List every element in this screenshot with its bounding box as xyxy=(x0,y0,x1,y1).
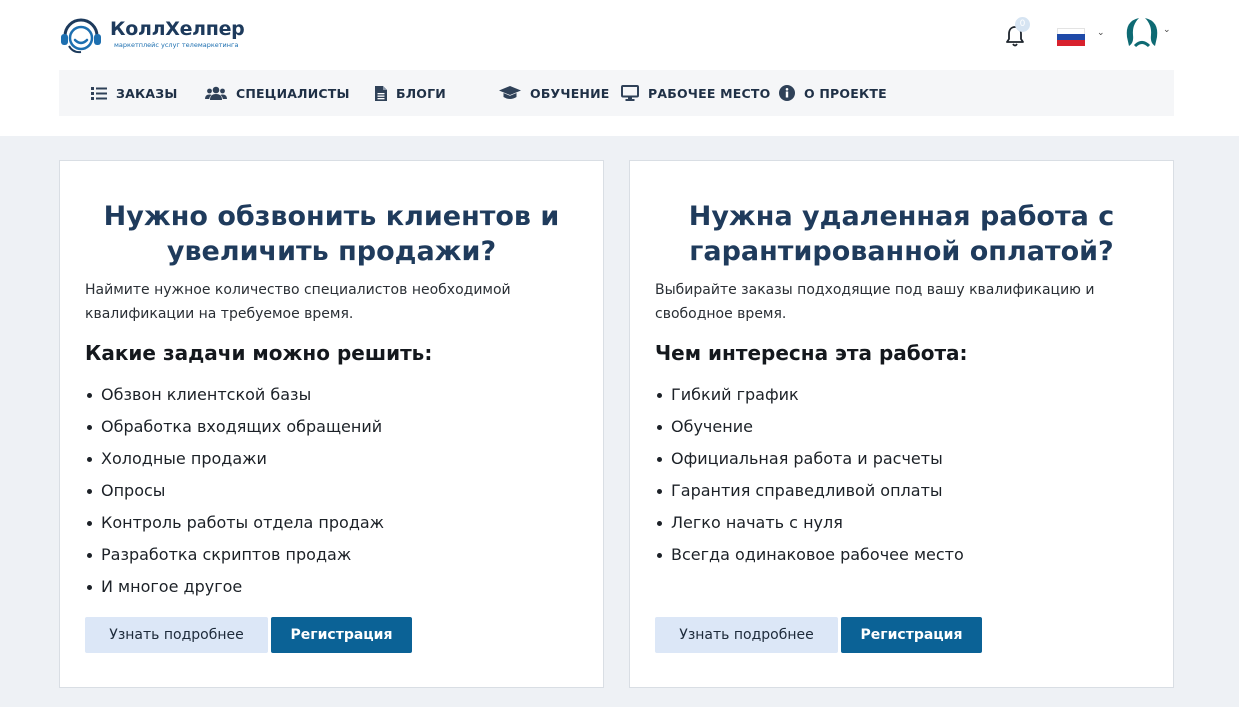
nav-label: О ПРОЕКТЕ xyxy=(804,85,887,101)
benefit-list: Гибкий график Обучение Официальная работ… xyxy=(655,379,964,571)
list-item: Обучение xyxy=(655,411,964,443)
avatar[interactable] xyxy=(1123,15,1161,49)
card-subtitle: Чем интересна эта работа: xyxy=(655,341,968,365)
card-subtitle: Какие задачи можно решить: xyxy=(85,341,433,365)
nav-item-orders[interactable]: ЗАКАЗЫ xyxy=(91,70,177,116)
card-title: Нужна удаленная работа с гарантированной… xyxy=(688,201,1115,267)
brand-logo[interactable]: КоллХелпер маркетплейс услуг телемаркети… xyxy=(59,14,259,56)
card-description: Наймите нужное количество специалистов н… xyxy=(85,282,511,322)
nav-label: БЛОГИ xyxy=(396,85,446,101)
customer-card: Нужно обзвонить клиентов и увеличить про… xyxy=(59,160,604,688)
nav-item-workplace[interactable]: РАБОЧЕЕ МЕСТО xyxy=(621,70,770,116)
list-item: Обзвон клиентской базы xyxy=(85,379,384,411)
specialist-card: Нужна удаленная работа с гарантированной… xyxy=(629,160,1174,688)
learn-more-button[interactable]: Узнать подробнее xyxy=(85,617,268,653)
list-item: Гарантия справедливой оплаты xyxy=(655,475,964,507)
list-item: Опросы xyxy=(85,475,384,507)
graduation-cap-icon xyxy=(499,86,521,100)
nav-item-education[interactable]: ОБУЧЕНИЕ xyxy=(499,70,610,116)
list-icon xyxy=(91,86,107,100)
nav-label: ЗАКАЗЫ xyxy=(116,85,178,101)
document-icon xyxy=(375,85,387,101)
nav-item-about[interactable]: О ПРОЕКТЕ xyxy=(779,70,887,116)
list-item: Официальная работа и расчеты xyxy=(655,443,964,475)
chevron-down-icon[interactable]: ⌄ xyxy=(1097,28,1105,38)
list-item: Контроль работы отдела продаж xyxy=(85,507,384,539)
list-item: Обработка входящих обращений xyxy=(85,411,384,443)
list-item: И многое другое xyxy=(85,571,384,603)
card-title: Нужно обзвонить клиентов и увеличить про… xyxy=(103,201,560,267)
info-icon xyxy=(779,85,795,101)
monitor-icon xyxy=(621,85,639,101)
brand-name: КоллХелпер xyxy=(110,18,245,40)
chevron-down-icon[interactable]: ⌄ xyxy=(1163,25,1171,35)
list-item: Легко начать с нуля xyxy=(655,507,964,539)
register-button[interactable]: Регистрация xyxy=(841,617,982,653)
nav-label: СПЕЦИАЛИСТЫ xyxy=(236,85,350,101)
users-icon xyxy=(205,86,227,100)
list-item: Гибкий график xyxy=(655,379,964,411)
register-button[interactable]: Регистрация xyxy=(271,617,412,653)
nav-item-specialists[interactable]: СПЕЦИАЛИСТЫ xyxy=(205,70,350,116)
list-item: Холодные продажи xyxy=(85,443,384,475)
list-item: Разработка скриптов продаж xyxy=(85,539,384,571)
nav-label: РАБОЧЕЕ МЕСТО xyxy=(648,85,771,101)
notification-badge: 0 xyxy=(1015,17,1030,32)
learn-more-button[interactable]: Узнать подробнее xyxy=(655,617,838,653)
card-description: Выбирайте заказы подходящие под вашу ква… xyxy=(655,282,1095,322)
list-item: Всегда одинаковое рабочее место xyxy=(655,539,964,571)
site-header: КоллХелпер маркетплейс услуг телемаркети… xyxy=(0,0,1239,136)
russian-flag-icon[interactable] xyxy=(1057,28,1085,46)
brand-tagline: маркетплейс услуг телемаркетинга xyxy=(114,41,239,49)
task-list: Обзвон клиентской базы Обработка входящи… xyxy=(85,379,384,603)
nav-item-blogs[interactable]: БЛОГИ xyxy=(375,70,446,116)
nav-label: ОБУЧЕНИЕ xyxy=(530,85,610,101)
headset-logo-icon xyxy=(61,18,101,54)
main-navigation: ЗАКАЗЫ СПЕЦИАЛИСТЫ БЛОГИ ОБУЧЕНИЕ РАБОЧЕ… xyxy=(59,70,1174,116)
